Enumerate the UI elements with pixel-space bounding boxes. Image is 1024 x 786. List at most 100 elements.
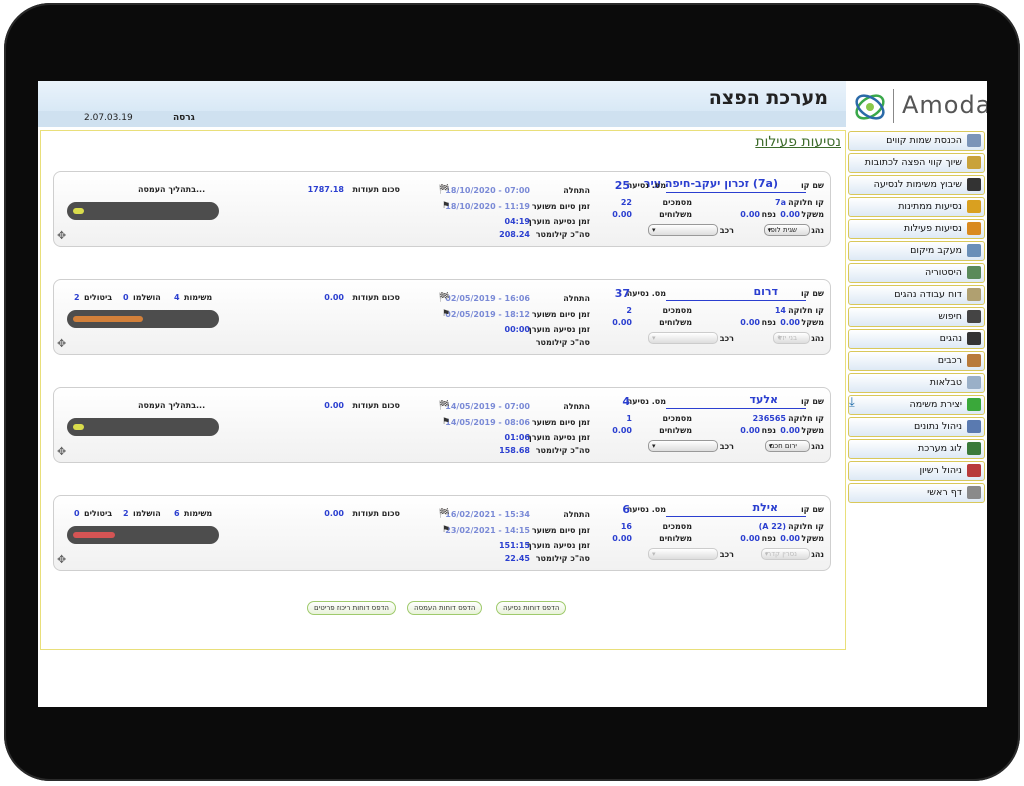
completed-value: 2	[123, 509, 129, 518]
add-icon	[967, 398, 981, 411]
sidebar-item[interactable]: שיוך קווי הפצה לכתובות	[848, 153, 985, 173]
flag-icon: ⚑	[441, 417, 450, 427]
est-end-time: 02/05/2019 - 18:12	[445, 310, 530, 319]
driver-select[interactable]: ירום חכם	[764, 440, 810, 452]
sidebar-item[interactable]: נסיעות פעילות	[848, 219, 985, 239]
line-name-label: שם קו	[800, 289, 824, 298]
weight-label: משקל	[801, 534, 824, 543]
volume-value: 0.00	[740, 426, 760, 435]
total-km: 208.24	[499, 230, 530, 239]
sidebar-item[interactable]: ניהול נתונים	[848, 417, 985, 437]
sidebar-item[interactable]: היסטוריה	[848, 263, 985, 283]
start-time: 16/02/2021 - 15:34	[445, 510, 530, 519]
sidebar-item[interactable]: שיבוץ משימות לנסיעה	[848, 175, 985, 195]
docs-total-label: סכום תעודות	[352, 401, 400, 410]
shipments-label: משלוחים	[659, 210, 692, 219]
monitor-icon	[967, 442, 981, 455]
sidebar-item-label: נסיעות פעילות	[903, 223, 962, 234]
est-duration: 01:06	[504, 433, 530, 442]
driver-label: נהג	[811, 550, 824, 559]
weight-label: משקל	[801, 426, 824, 435]
line-name-label: שם קו	[800, 505, 824, 514]
hat-icon	[967, 332, 981, 345]
start-time: 14/05/2019 - 07:00	[445, 402, 530, 411]
download-icon[interactable]: ⤓	[849, 395, 855, 410]
driver-label: נהג	[811, 442, 824, 451]
status-text: בתהליך העמסה...	[138, 401, 206, 410]
sidebar-item[interactable]: חיפוש	[848, 307, 985, 327]
volume-label: נפח	[761, 426, 776, 435]
est-end-label: זמן סיום משוער	[531, 310, 590, 319]
driver-select[interactable]: שגית לופו	[763, 224, 810, 236]
sidebar-item-label: שיוך קווי הפצה לכתובות	[864, 157, 962, 168]
truck-icon	[967, 420, 981, 433]
move-handle-icon[interactable]: ✥	[57, 445, 66, 458]
sidebar-item[interactable]: דוח עבודה נהגים	[848, 285, 985, 305]
sidebar-item[interactable]: דף ראשי	[848, 483, 985, 503]
sidebar-item[interactable]: ניהול רשיון	[848, 461, 985, 481]
sidebar-item[interactable]: נסיעות ממתינות	[848, 197, 985, 217]
brand-name: Amodat	[902, 91, 987, 119]
trip-card[interactable]: שם קו אלעד מס. נסיעה 4 קו חלוקה 236565 מסמכים 1…	[53, 387, 831, 463]
weight-label: משקל	[801, 210, 824, 219]
volume-label: נפח	[761, 210, 776, 219]
driver-select[interactable]: בני יזל	[773, 332, 810, 344]
trip-number-label: מס. נסיעה	[626, 289, 666, 298]
sidebar-item-label: נסיעות ממתינות	[898, 201, 962, 212]
start-time: 02/05/2019 - 16:06	[445, 294, 530, 303]
docs-total: 0.00	[324, 509, 344, 518]
tasks-value: 4	[174, 293, 180, 302]
dist-line-label: קו חלוקה	[788, 414, 824, 423]
vehicle-label: רכב	[719, 334, 734, 343]
weight-label: משקל	[801, 318, 824, 327]
est-end-label: זמן סיום משוער	[531, 526, 590, 535]
sidebar-item[interactable]: נהגים	[848, 329, 985, 349]
trip-card[interactable]: שם קו אילת מס. נסיעה 6 קו חלוקה (A 22) מסמכים 1…	[53, 495, 831, 571]
sidebar-item[interactable]: מעקב מיקום	[848, 241, 985, 261]
docs-label: מסמכים	[662, 306, 692, 315]
line-name[interactable]: אילת	[753, 501, 778, 514]
vehicle-select[interactable]	[648, 332, 718, 344]
est-end-time: 23/02/2021 - 14:15	[445, 526, 530, 535]
print-trip-reports-button[interactable]: הדפס דוחות נסיעה	[496, 601, 567, 615]
sheet-icon	[967, 376, 981, 389]
sidebar-item[interactable]: רכבים	[848, 351, 985, 371]
print-items-reports-button[interactable]: הדפס דוחות ריכוז פריטים	[307, 601, 396, 615]
trip-card[interactable]: שם קו (7a) זכרון יעקב-חיפה עיר מס. נסיעה 25…	[53, 171, 831, 247]
active-trips-panel: נסיעות פעילות שם קו (7a) זכרון יעקב-חיפה …	[40, 130, 846, 650]
driver-label: נהג	[811, 226, 824, 235]
sidebar-item-label: יצירת משימה	[909, 399, 962, 410]
progress-fill	[73, 208, 84, 214]
sidebar-item[interactable]: טבלאות	[848, 373, 985, 393]
vehicle-select[interactable]	[648, 224, 718, 236]
move-handle-icon[interactable]: ✥	[57, 229, 66, 242]
sidebar-item[interactable]: לוג מערכת	[848, 439, 985, 459]
progress-fill	[73, 532, 115, 538]
trip-number: 6	[622, 503, 630, 516]
weight-value: 0.00	[780, 210, 800, 219]
status-text: בתהליך העמסה...	[138, 185, 206, 194]
amodat-logo-icon	[855, 94, 885, 120]
move-handle-icon[interactable]: ✥	[57, 553, 66, 566]
docs-value: 16	[620, 522, 632, 531]
est-duration-label: זמן נסיעה מוערך	[527, 325, 590, 334]
line-name[interactable]: אלעד	[750, 393, 778, 406]
line-name[interactable]: דרום	[753, 285, 778, 298]
sidebar-item[interactable]: יצירת משימה	[848, 395, 985, 415]
trip-card[interactable]: שם קו דרום מס. נסיעה 37 קו חלוקה 14 מסמכים 2 משק…	[53, 279, 831, 355]
vehicle-select[interactable]	[648, 548, 718, 560]
map-icon	[967, 244, 981, 257]
docs-total: 0.00	[324, 401, 344, 410]
driver-select[interactable]: נסרין קדרי	[760, 548, 810, 560]
line-name-label: שם קו	[800, 181, 824, 190]
move-handle-icon[interactable]: ✥	[57, 337, 66, 350]
docs-label: מסמכים	[662, 414, 692, 423]
trip-number-label: מס. נסיעה	[626, 397, 666, 406]
binoculars-icon	[967, 310, 981, 323]
trip-number-label: מס. נסיעה	[626, 505, 666, 514]
vehicle-select[interactable]	[648, 440, 718, 452]
print-load-reports-button[interactable]: הדפס דוחות העמסה	[407, 601, 483, 615]
name-underline	[666, 408, 806, 409]
completed-label: הושלמו	[133, 509, 161, 518]
sidebar-item[interactable]: הכנסת שמות קווים	[848, 131, 985, 151]
